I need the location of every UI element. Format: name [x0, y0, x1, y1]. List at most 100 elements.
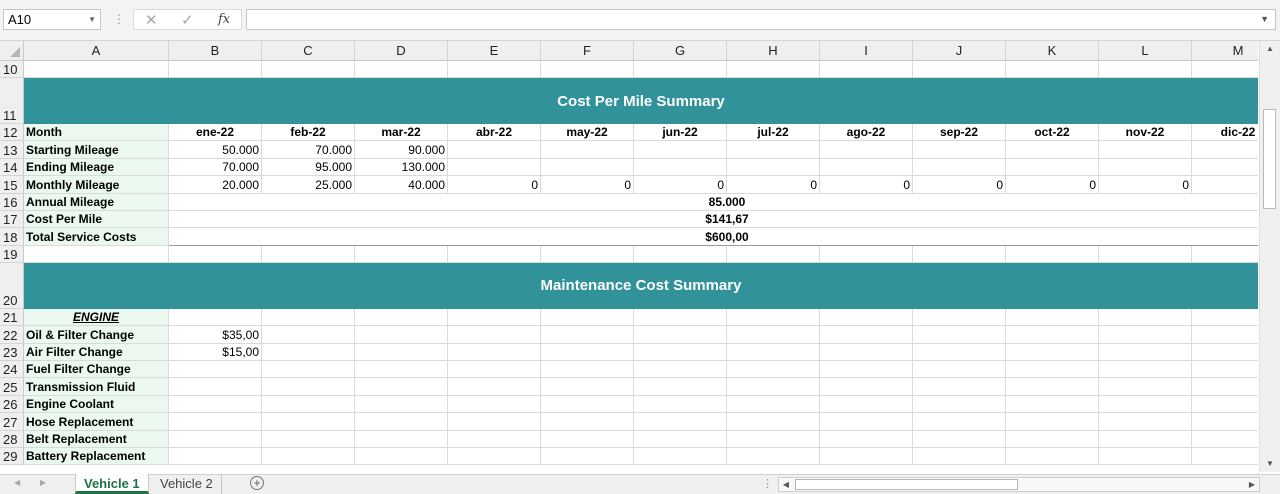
value-cell[interactable]: [1099, 158, 1192, 177]
value-cell[interactable]: [913, 158, 1006, 177]
value-cell[interactable]: [1192, 431, 1258, 448]
column-header-d[interactable]: D: [355, 41, 448, 61]
cell[interactable]: [820, 61, 913, 78]
cell[interactable]: [1192, 61, 1258, 78]
row-label[interactable]: Cost Per Mile: [24, 211, 169, 229]
row-label[interactable]: Oil & Filter Change: [24, 326, 169, 344]
value-cell[interactable]: [634, 361, 727, 379]
value-cell[interactable]: [634, 158, 727, 177]
value-cell[interactable]: [820, 158, 913, 177]
value-cell[interactable]: [355, 430, 448, 448]
value-cell[interactable]: [541, 141, 634, 159]
value-cell[interactable]: 50.000: [169, 141, 262, 159]
value-cell[interactable]: [1099, 326, 1192, 344]
row-header-15[interactable]: 15: [0, 176, 24, 194]
section-label-cell[interactable]: ENGINE: [24, 308, 169, 327]
value-cell[interactable]: [541, 378, 634, 396]
row-label[interactable]: Air Filter Change: [24, 343, 169, 361]
row-label[interactable]: Month: [24, 124, 169, 142]
value-cell[interactable]: [820, 343, 913, 361]
value-cell[interactable]: [448, 430, 541, 448]
value-cell[interactable]: [262, 361, 355, 379]
value-cell[interactable]: [820, 141, 913, 159]
row-header-19[interactable]: 19: [0, 245, 24, 263]
scroll-down-icon[interactable]: ▼: [1260, 456, 1280, 472]
cell[interactable]: [820, 308, 913, 327]
column-header-a[interactable]: A: [24, 41, 169, 61]
cell[interactable]: [262, 308, 355, 327]
value-cell[interactable]: [1006, 413, 1099, 431]
value-cell[interactable]: [634, 395, 727, 414]
row-label[interactable]: Battery Replacement: [24, 448, 169, 466]
spreadsheet-grid[interactable]: A B C D E F G H I J K L M 10 11 Cost Per Mile Summary 12…: [0, 41, 1258, 472]
value-cell[interactable]: [634, 430, 727, 448]
cell[interactable]: [24, 245, 169, 263]
value-cell[interactable]: [262, 343, 355, 361]
merged-value-cell[interactable]: $600,00: [169, 228, 1258, 246]
value-cell[interactable]: [355, 448, 448, 466]
column-header-j[interactable]: J: [913, 41, 1006, 61]
value-cell[interactable]: [727, 326, 820, 344]
cell[interactable]: [1006, 245, 1099, 263]
cell[interactable]: [1192, 246, 1258, 263]
value-cell[interactable]: [1192, 141, 1258, 159]
cell[interactable]: [355, 308, 448, 327]
value-cell[interactable]: [169, 448, 262, 466]
row-label[interactable]: Monthly Mileage: [24, 176, 169, 194]
value-cell[interactable]: [448, 343, 541, 361]
cancel-icon[interactable]: ✕: [145, 11, 158, 29]
value-cell[interactable]: [448, 326, 541, 344]
cell[interactable]: [24, 61, 169, 78]
row-header-24[interactable]: 24: [0, 361, 24, 379]
value-cell[interactable]: [1006, 343, 1099, 361]
row-header-25[interactable]: 25: [0, 378, 24, 396]
value-cell[interactable]: [1006, 378, 1099, 396]
value-cell[interactable]: [169, 413, 262, 431]
month-header[interactable]: mar-22: [355, 124, 448, 142]
value-cell[interactable]: [820, 326, 913, 344]
value-cell[interactable]: [448, 158, 541, 177]
value-cell[interactable]: [913, 343, 1006, 361]
value-cell[interactable]: $35,00: [169, 326, 262, 344]
cell[interactable]: [541, 61, 634, 78]
scroll-right-icon[interactable]: ▶: [1245, 478, 1259, 491]
value-cell[interactable]: [913, 430, 1006, 448]
value-cell[interactable]: [1099, 343, 1192, 361]
value-cell[interactable]: [448, 413, 541, 431]
cell[interactable]: [820, 245, 913, 263]
value-cell[interactable]: [913, 413, 1006, 431]
value-cell[interactable]: [1099, 378, 1192, 396]
column-header-c[interactable]: C: [262, 41, 355, 61]
value-cell[interactable]: [1006, 326, 1099, 344]
cell[interactable]: [1099, 245, 1192, 263]
value-cell[interactable]: [1006, 158, 1099, 177]
value-cell[interactable]: [727, 343, 820, 361]
value-cell[interactable]: 25.000: [262, 176, 355, 194]
value-cell[interactable]: [541, 448, 634, 466]
scroll-up-icon[interactable]: ▲: [1260, 41, 1280, 57]
column-header-m[interactable]: M: [1192, 41, 1258, 61]
month-header[interactable]: jun-22: [634, 124, 727, 142]
value-cell[interactable]: [727, 413, 820, 431]
value-cell[interactable]: 0: [820, 176, 913, 194]
column-header-h[interactable]: H: [727, 41, 820, 61]
value-cell[interactable]: [541, 158, 634, 177]
cell[interactable]: [913, 61, 1006, 78]
value-cell[interactable]: [448, 448, 541, 466]
value-cell[interactable]: [262, 413, 355, 431]
value-cell[interactable]: [727, 430, 820, 448]
value-cell[interactable]: 70.000: [262, 141, 355, 159]
cell[interactable]: [913, 245, 1006, 263]
value-cell[interactable]: [634, 413, 727, 431]
cell[interactable]: [448, 61, 541, 78]
cell[interactable]: [448, 245, 541, 263]
month-header[interactable]: feb-22: [262, 124, 355, 142]
row-header-28[interactable]: 28: [0, 430, 24, 448]
cell[interactable]: [1006, 61, 1099, 78]
value-cell[interactable]: [913, 448, 1006, 466]
value-cell[interactable]: [1006, 141, 1099, 159]
column-header-b[interactable]: B: [169, 41, 262, 61]
value-cell[interactable]: [448, 378, 541, 396]
sheet-tab-vehicle-2[interactable]: Vehicle 2: [152, 474, 222, 494]
merged-value-cell[interactable]: $141,67: [169, 211, 1258, 229]
